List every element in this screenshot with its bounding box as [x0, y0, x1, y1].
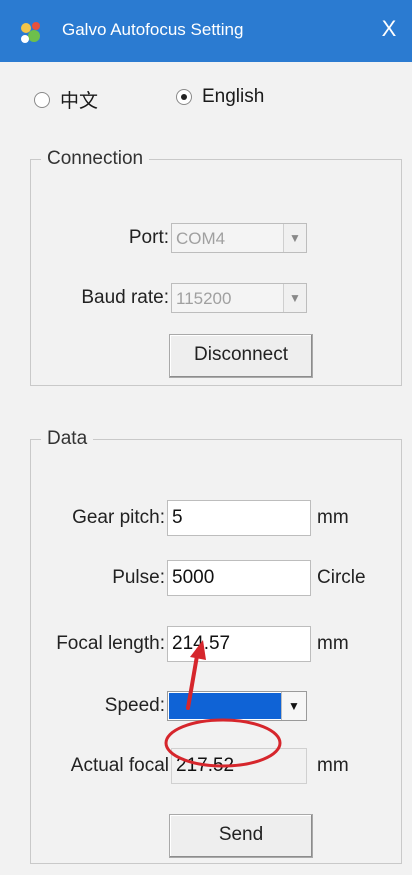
baud-label: Baud rate:	[81, 287, 169, 308]
port-select-value: COM4	[176, 229, 226, 248]
focal-length-label: Focal length:	[56, 633, 165, 654]
baud-select-value: 115200	[176, 289, 232, 308]
baud-row: Baud rate: 115200 ▼	[31, 280, 401, 316]
port-row: Port: COM4 ▼	[31, 220, 401, 256]
gear-pitch-label: Gear pitch:	[72, 507, 165, 528]
baud-select[interactable]: 115200 ▼	[171, 283, 307, 313]
data-group: Data Gear pitch: 5 mm Pulse: 5000 Circle…	[30, 428, 402, 864]
focal-length-row: Focal length: 214.57 mm	[31, 626, 401, 662]
connection-legend: Connection	[47, 148, 144, 169]
actual-focal-row: Actual focal 217.52 mm	[31, 748, 401, 784]
close-button[interactable]: X	[378, 16, 400, 42]
title-bar: Galvo Autofocus Setting X	[0, 0, 412, 62]
chevron-down-icon[interactable]: ▼	[283, 284, 306, 312]
speed-selected-value	[169, 693, 282, 719]
disconnect-button[interactable]: Disconnect	[169, 334, 313, 378]
speed-row: Speed: ▼	[31, 688, 401, 724]
gear-pitch-row: Gear pitch: 5 mm	[31, 500, 401, 536]
actual-focal-label: Actual focal	[70, 755, 169, 776]
focal-length-unit: mm	[317, 633, 349, 654]
port-select[interactable]: COM4 ▼	[171, 223, 307, 253]
app-window: Galvo Autofocus Setting X 中文 English Con…	[0, 0, 412, 875]
pulse-unit: Circle	[317, 567, 366, 588]
radio-english-indicator[interactable]	[176, 89, 192, 105]
gear-pitch-unit: mm	[317, 507, 349, 528]
gear-pitch-input[interactable]: 5	[167, 500, 311, 536]
focal-length-input[interactable]: 214.57	[167, 626, 311, 662]
chevron-down-icon[interactable]: ▼	[283, 224, 306, 252]
actual-focal-value: 217.52	[171, 748, 307, 784]
radio-english-label: English	[202, 86, 265, 107]
pulse-label: Pulse:	[112, 567, 165, 588]
pulse-row: Pulse: 5000 Circle	[31, 560, 401, 596]
radio-chinese[interactable]: 中文	[34, 86, 98, 113]
chevron-down-icon[interactable]: ▼	[281, 692, 306, 720]
radio-english[interactable]: English	[176, 86, 264, 108]
data-legend: Data	[47, 428, 88, 449]
actual-focal-unit: mm	[317, 755, 349, 776]
send-button[interactable]: Send	[169, 814, 313, 858]
radio-chinese-label: 中文	[60, 91, 99, 112]
port-label: Port:	[128, 227, 169, 248]
connection-group: Connection Port: COM4 ▼ Baud rate: 11520…	[30, 148, 402, 386]
pulse-input[interactable]: 5000	[167, 560, 311, 596]
radio-chinese-indicator[interactable]	[34, 91, 50, 108]
speed-label: Speed:	[104, 695, 165, 716]
app-icon	[21, 22, 40, 43]
language-selector: 中文 English	[0, 86, 412, 116]
speed-select[interactable]: ▼	[167, 691, 307, 721]
window-title: Galvo Autofocus Setting	[62, 20, 244, 39]
